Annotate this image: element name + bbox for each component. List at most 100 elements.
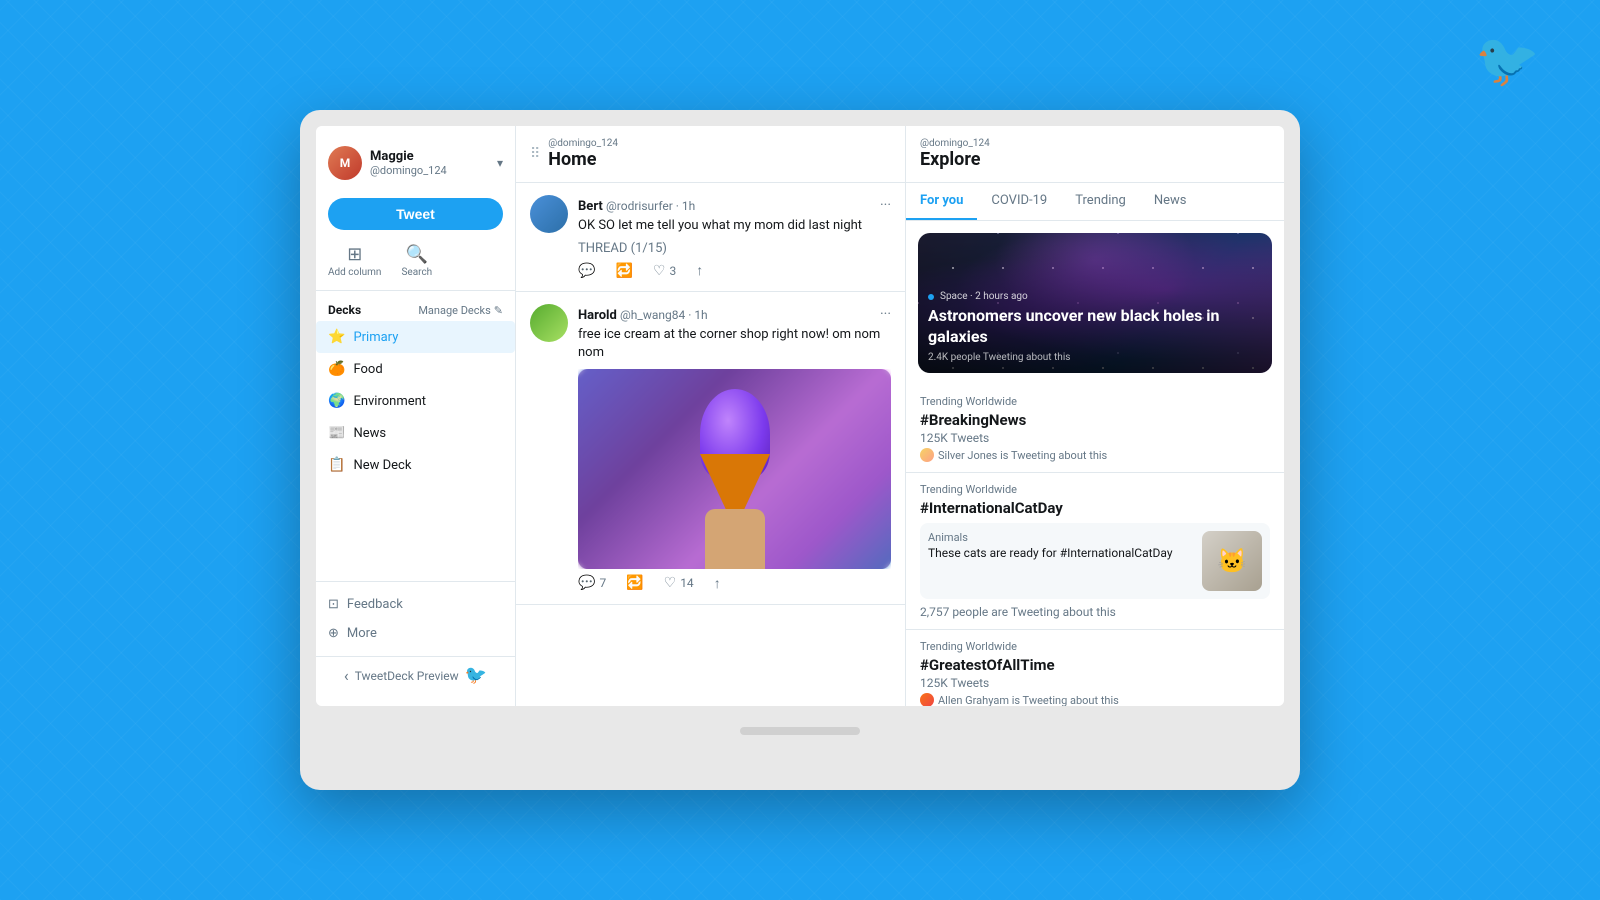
cat-context-card: Animals These cats are ready for #Intern… <box>920 523 1270 599</box>
news-category: Space · 2 hours ago <box>940 291 1028 302</box>
decks-header: Decks Manage Decks ✎ <box>316 299 515 321</box>
heart-icon: ♡ <box>664 575 677 591</box>
tab-covid19[interactable]: COVID-19 <box>977 183 1061 220</box>
explore-title: Explore <box>920 149 1270 170</box>
harold-retweet-action[interactable]: 🔁 <box>626 575 643 592</box>
trending-user: Silver Jones is Tweeting about this <box>920 448 1270 462</box>
reply-action[interactable]: 💬 <box>578 262 595 279</box>
sidebar-item-news[interactable]: 📰 News <box>316 417 515 449</box>
hand-visual <box>705 509 765 569</box>
tweet-text-harold: free ice cream at the corner shop right … <box>578 326 891 362</box>
sidebar-item-new-deck[interactable]: 📋 New Deck <box>316 449 515 481</box>
explore-tabs: For you COVID-19 Trending News <box>906 183 1284 221</box>
footer-text: TweetDeck Preview <box>355 669 459 683</box>
chevron-down-icon[interactable]: ▾ <box>497 156 503 170</box>
tweetdeck-footer: ‹ TweetDeck Preview 🐦 <box>316 656 515 694</box>
trending-breaking-news[interactable]: Trending Worldwide #BreakingNews 125K Tw… <box>906 385 1284 473</box>
deck-label-news: News <box>353 426 386 441</box>
harold-share-action[interactable]: ↑ <box>714 575 721 592</box>
like-action[interactable]: ♡ 3 <box>653 262 676 279</box>
sidebar-item-environment[interactable]: 🌍 Environment <box>316 385 515 417</box>
retweet-icon: 🔁 <box>615 263 632 279</box>
trending-hashtag-cat: #InternationalCatDay <box>920 499 1270 517</box>
tweet-harold: Harold @h_wang84 · 1h ··· free ice cream… <box>516 292 905 604</box>
news-card-count: 2.4K people Tweeting about this <box>928 352 1262 363</box>
divider <box>316 290 515 291</box>
cat-count: 2,757 people are Tweeting about this <box>920 605 1270 619</box>
tweet-text: OK SO let me tell you what my mom did la… <box>578 217 891 235</box>
share-icon: ↑ <box>714 575 721 592</box>
environment-icon: 🌍 <box>328 393 345 409</box>
more-label: More <box>347 626 377 641</box>
explore-column: @domingo_124 Explore For you COVID-19 Tr… <box>906 126 1284 706</box>
search-label: Search <box>401 267 432 278</box>
feedback-label: Feedback <box>347 597 403 612</box>
news-featured-card[interactable]: Space · 2 hours ago Astronomers uncover … <box>918 233 1272 373</box>
feedback-icon: ⊡ <box>328 597 339 612</box>
tweet-bert: Bert @rodrisurfer · 1h ··· OK SO let me … <box>516 183 905 292</box>
trending-user-greatest: Allen Grahyam is Tweeting about this <box>920 693 1270 706</box>
trending-greatest[interactable]: Trending Worldwide #GreatestOfAllTime 12… <box>906 630 1284 706</box>
trending-hashtag-greatest: #GreatestOfAllTime <box>920 656 1270 674</box>
sidebar-user[interactable]: M Maggie @domingo_124 ▾ <box>316 138 515 188</box>
more-item[interactable]: ⊕ More <box>316 619 515 648</box>
harold-like-action[interactable]: ♡ 14 <box>664 575 694 592</box>
trending-cat-day[interactable]: Trending Worldwide #InternationalCatDay … <box>906 473 1284 630</box>
laptop-frame: M Maggie @domingo_124 ▾ Tweet ⊞ Add colu… <box>300 110 1300 790</box>
reply-count: 7 <box>599 576 606 590</box>
home-column-header: ⠿ @domingo_124 Home <box>516 126 905 183</box>
cat-thumbnail: 🐱 <box>1202 531 1262 591</box>
tweet-author-harold: Harold <box>578 308 620 323</box>
manage-decks-button[interactable]: Manage Decks ✎ <box>418 304 503 317</box>
laptop-base <box>316 706 1284 756</box>
twitter-bird-icon: 🐦 <box>465 665 487 686</box>
trending-user-label: Silver Jones is Tweeting about this <box>938 449 1107 462</box>
tweet-image <box>578 369 891 569</box>
user-avatar-tiny <box>920 448 934 462</box>
back-icon[interactable]: ‹ <box>344 666 349 685</box>
tweet-more-harold-icon[interactable]: ··· <box>880 306 891 322</box>
sidebar-item-primary[interactable]: ⭐ Primary <box>316 321 515 353</box>
deck-label-environment: Environment <box>353 394 426 409</box>
add-column-action[interactable]: ⊞ Add column <box>328 244 381 278</box>
edit-icon: ✎ <box>494 304 503 317</box>
retweet-action[interactable]: 🔁 <box>615 262 632 279</box>
deck-label-new-deck: New Deck <box>353 458 411 473</box>
home-column-title: Home <box>548 149 618 170</box>
avatar: M <box>328 146 362 180</box>
tab-for-you[interactable]: For you <box>906 183 977 220</box>
heart-icon: ♡ <box>653 263 666 279</box>
more-icon: ⊕ <box>328 626 339 641</box>
tweet-thread: THREAD (1/15) <box>578 241 891 256</box>
cat-context-category: Animals <box>928 531 1194 544</box>
add-column-icon: ⊞ <box>347 244 362 265</box>
twitter-logo-bg: 🐦 <box>1475 30 1540 91</box>
home-column: ⠿ @domingo_124 Home Bert <box>516 126 906 706</box>
tweet-author: Bert <box>578 199 606 214</box>
explore-content: Space · 2 hours ago Astronomers uncover … <box>906 221 1284 706</box>
sidebar: M Maggie @domingo_124 ▾ Tweet ⊞ Add colu… <box>316 126 516 706</box>
user-avatar-tiny-greatest <box>920 693 934 706</box>
search-action[interactable]: 🔍 Search <box>401 244 432 278</box>
trending-label-cat: Trending Worldwide <box>920 483 1270 496</box>
cat-context-desc: These cats are ready for #InternationalC… <box>928 546 1194 560</box>
harold-reply-action[interactable]: 💬 7 <box>578 575 606 592</box>
tweet-handle: @rodrisurfer · 1h <box>606 199 695 213</box>
home-column-username: @domingo_124 <box>548 138 618 149</box>
tweet-more-icon[interactable]: ··· <box>880 197 891 213</box>
tweet-actions: 💬 🔁 ♡ 3 ↑ <box>578 262 891 279</box>
harold-avatar <box>530 304 568 342</box>
tab-news[interactable]: News <box>1140 183 1201 220</box>
reply-icon: 💬 <box>578 263 595 279</box>
laptop-screen: M Maggie @domingo_124 ▾ Tweet ⊞ Add colu… <box>316 126 1284 706</box>
explore-header: @domingo_124 Explore <box>906 126 1284 183</box>
trending-label: Trending Worldwide <box>920 395 1270 408</box>
drag-handle-icon[interactable]: ⠿ <box>530 146 540 162</box>
tab-trending[interactable]: Trending <box>1061 183 1140 220</box>
tweet-button[interactable]: Tweet <box>328 198 503 230</box>
retweet-icon: 🔁 <box>626 575 643 591</box>
star-icon: ⭐ <box>328 329 345 345</box>
feedback-item[interactable]: ⊡ Feedback <box>316 590 515 619</box>
sidebar-item-food[interactable]: 🍊 Food <box>316 353 515 385</box>
share-action[interactable]: ↑ <box>696 262 703 279</box>
